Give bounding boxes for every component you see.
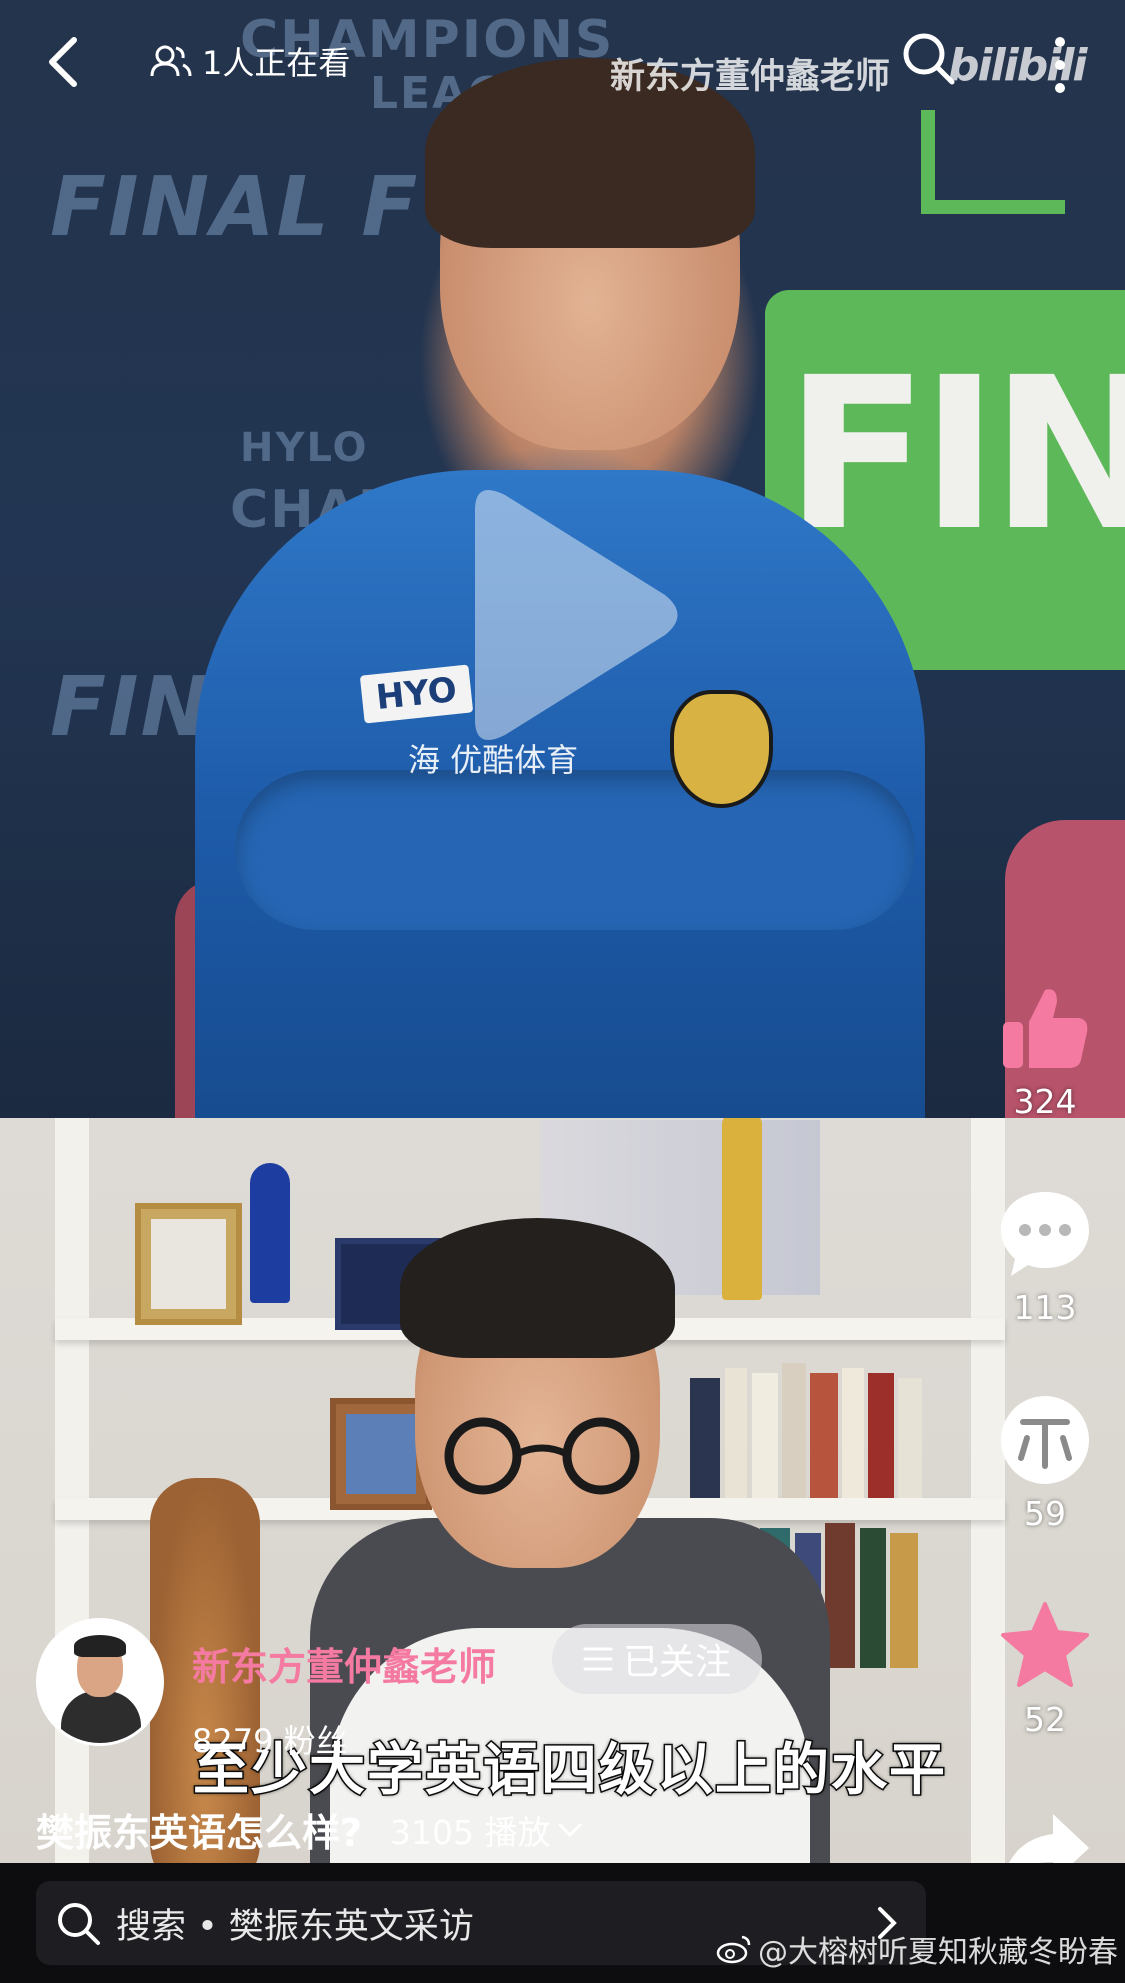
play-count-text: 3105 播放 (390, 1812, 551, 1852)
glasses (428, 1416, 656, 1496)
book (752, 1373, 778, 1498)
follow-label: 已关注 (622, 1642, 731, 1683)
book (810, 1373, 838, 1498)
author-name[interactable]: 新东方董仲蠡老师 (192, 1636, 496, 1691)
coin-button[interactable]: 59 (990, 1392, 1100, 1533)
chevron-down-icon (558, 1823, 582, 1837)
favorite-count: 52 (1024, 1700, 1066, 1739)
search-icon (58, 1903, 100, 1945)
book (868, 1373, 894, 1498)
book (782, 1363, 806, 1498)
book (690, 1378, 720, 1498)
video-title: 樊振东英语怎么样? (36, 1811, 363, 1855)
author-info: 新东方董仲蠡老师 已关注 8279 粉丝 (36, 1618, 936, 1760)
viewers-indicator: 1人正在看 (150, 38, 350, 84)
book (898, 1378, 922, 1498)
book (842, 1368, 864, 1498)
weibo-watermark-text: @大榕树听夏知秋藏冬盼春 (758, 1935, 1118, 1970)
play-icon[interactable] (445, 480, 685, 750)
bg-final-text: FINAL F (50, 160, 420, 255)
comment-count: 113 (1013, 1288, 1077, 1327)
gold-trophy (722, 1118, 762, 1300)
star-icon (997, 1598, 1093, 1694)
book (725, 1368, 747, 1498)
viewers-icon (150, 45, 192, 77)
blue-trophy (250, 1163, 290, 1303)
fan-count: 8279 粉丝 (192, 1722, 348, 1760)
teacher-hair (400, 1218, 675, 1358)
comment-bubble-icon (997, 1186, 1093, 1282)
video-title-row[interactable]: 樊振东英语怎么样? 3105 播放 (36, 1802, 583, 1857)
thumbs-up-icon (997, 980, 1093, 1076)
top-bar: 1人正在看 新东方董仲蠡老师 bilibili (0, 0, 1125, 130)
follow-button[interactable]: 已关注 (552, 1624, 762, 1694)
like-count: 324 (1013, 1082, 1077, 1121)
photo-frame-gold (135, 1203, 242, 1325)
jersey-badge (670, 690, 773, 808)
coin-icon (997, 1392, 1093, 1488)
favorite-button[interactable]: 52 (990, 1598, 1100, 1739)
back-chevron-icon[interactable] (40, 32, 90, 92)
comment-button[interactable]: 113 (990, 1186, 1100, 1327)
weibo-icon (716, 1935, 751, 1964)
viewers-text: 1人正在看 (202, 44, 351, 82)
more-icon[interactable] (1045, 30, 1075, 100)
play-count: 3105 播放 (390, 1806, 582, 1854)
weibo-watermark: @大榕树听夏知秋藏冬盼春 (716, 1927, 1118, 1971)
author-avatar[interactable] (36, 1618, 164, 1746)
bg-fin-text: FIN (50, 660, 212, 755)
player-crossed-arms (235, 770, 915, 930)
coin-count: 59 (1024, 1494, 1066, 1533)
like-button[interactable]: 324 (990, 980, 1100, 1121)
channel-watermark: 新东方董仲蠡老师 (610, 57, 891, 97)
followed-menu-icon (583, 1647, 613, 1671)
bg-hylo-text: HYLO (240, 425, 369, 471)
green-board-text: FIN (785, 332, 1125, 577)
bottom-search-bar: 搜索 • 樊振东英文采访 @大榕树听夏知秋藏冬盼春 (0, 1863, 1125, 1983)
top-video-frame[interactable]: CHAMPIONS LEAGUE FINAL F HYLO CHAM FIN F… (0, 0, 1125, 1118)
